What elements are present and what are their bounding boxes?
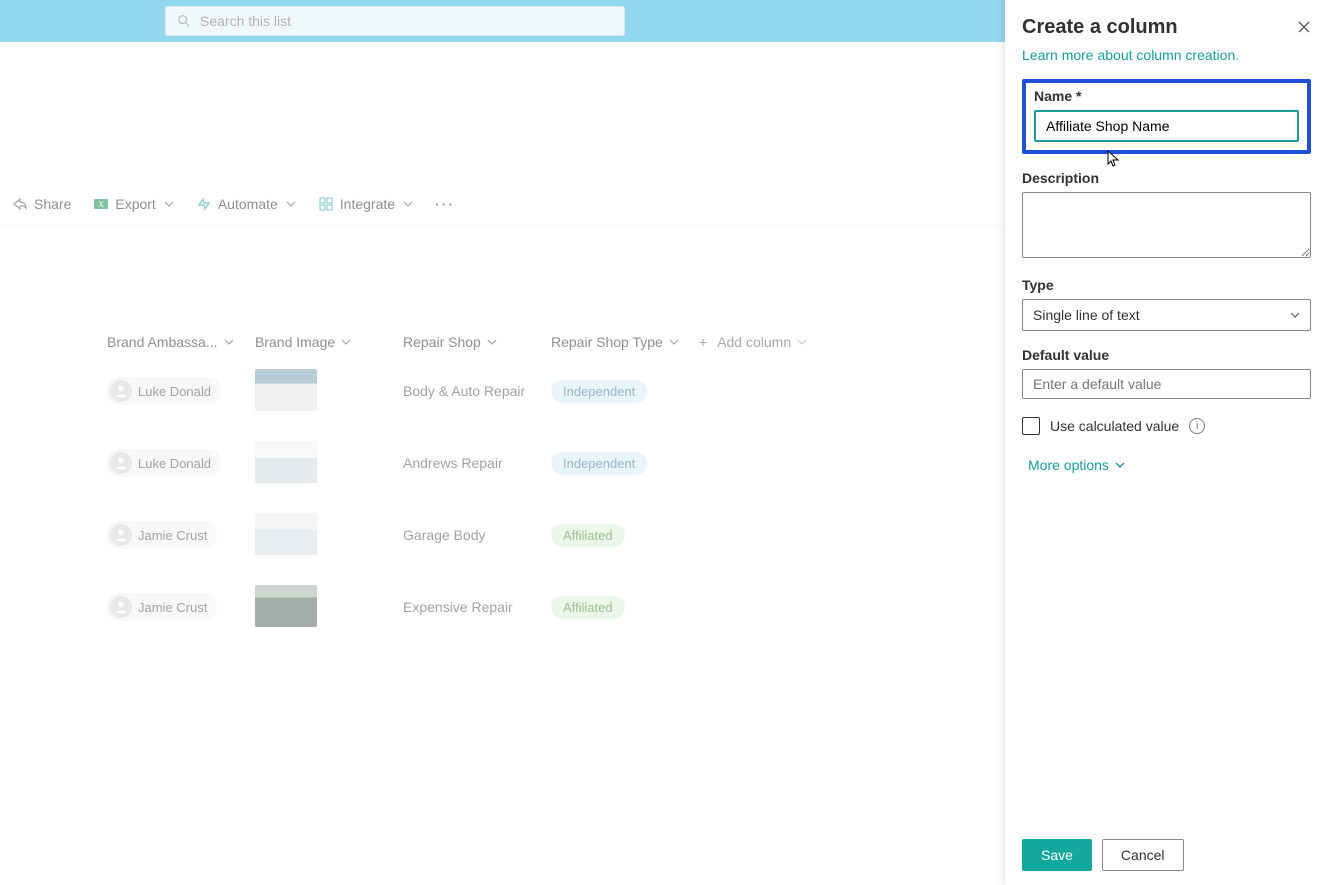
avatar-icon: [110, 524, 132, 546]
column-repair-shop[interactable]: Repair Shop: [403, 334, 551, 350]
repair-shop-cell: Expensive Repair: [403, 599, 551, 615]
use-calculated-label: Use calculated value: [1050, 418, 1179, 434]
chevron-down-icon: [286, 201, 296, 207]
automate-icon: [196, 196, 212, 212]
share-label: Share: [34, 196, 71, 212]
more-options-toggle[interactable]: More options: [1028, 457, 1311, 473]
panel-title: Create a column: [1022, 16, 1178, 39]
learn-more-link[interactable]: Learn more about column creation.: [1022, 47, 1311, 63]
person-name: Jamie Crust: [138, 600, 207, 615]
person-pill[interactable]: Jamie Crust: [107, 521, 217, 549]
add-column-button[interactable]: + Add column: [699, 334, 819, 350]
chevron-down-icon: [224, 339, 234, 345]
shop-type-badge: Affiliated: [551, 524, 625, 547]
mouse-cursor-icon: [1107, 150, 1121, 168]
plus-icon: +: [699, 334, 707, 350]
cancel-button[interactable]: Cancel: [1102, 839, 1184, 871]
avatar-icon: [110, 596, 132, 618]
search-icon: [176, 13, 192, 29]
person-pill[interactable]: Luke Donald: [107, 449, 221, 477]
excel-icon: X: [93, 196, 109, 212]
brand-image-thumb[interactable]: [255, 585, 317, 627]
default-value-label: Default value: [1022, 347, 1311, 363]
info-icon[interactable]: i: [1189, 418, 1205, 434]
chevron-down-icon: [669, 339, 679, 345]
avatar-icon: [110, 380, 132, 402]
column-repair-shop-type[interactable]: Repair Shop Type: [551, 334, 699, 350]
automate-button[interactable]: Automate: [188, 192, 304, 216]
more-actions-button[interactable]: ···: [427, 192, 463, 216]
integrate-icon: [318, 196, 334, 212]
default-value-input[interactable]: [1022, 369, 1311, 399]
integrate-button[interactable]: Integrate: [310, 192, 421, 216]
share-button[interactable]: Share: [4, 192, 79, 216]
column-brand-image[interactable]: Brand Image: [255, 334, 403, 350]
chevron-down-icon: [797, 339, 807, 345]
person-name: Luke Donald: [138, 456, 211, 471]
integrate-label: Integrate: [340, 196, 395, 212]
chevron-down-icon: [341, 339, 351, 345]
type-value: Single line of text: [1033, 307, 1140, 323]
name-label: Name *: [1034, 88, 1299, 104]
close-button[interactable]: [1297, 20, 1311, 34]
name-field-highlight: Name *: [1022, 79, 1311, 154]
create-column-panel: Create a column Learn more about column …: [1005, 0, 1328, 885]
description-label: Description: [1022, 170, 1311, 186]
person-name: Luke Donald: [138, 384, 211, 399]
save-button[interactable]: Save: [1022, 839, 1092, 871]
export-button[interactable]: X Export: [85, 192, 181, 216]
export-label: Export: [115, 196, 155, 212]
type-label: Type: [1022, 277, 1311, 293]
chevron-down-icon: [487, 339, 497, 345]
shop-type-badge: Affiliated: [551, 596, 625, 619]
chevron-down-icon: [1115, 462, 1125, 468]
search-box[interactable]: [165, 6, 625, 36]
chevron-down-icon: [403, 201, 413, 207]
name-input[interactable]: [1034, 110, 1299, 142]
automate-label: Automate: [218, 196, 278, 212]
person-pill[interactable]: Jamie Crust: [107, 593, 217, 621]
repair-shop-cell: Body & Auto Repair: [403, 383, 551, 399]
column-brand-ambassador[interactable]: Brand Ambassa...: [107, 334, 255, 350]
search-input[interactable]: [200, 13, 614, 29]
brand-image-thumb[interactable]: [255, 441, 317, 483]
avatar-icon: [110, 452, 132, 474]
chevron-down-icon: [1290, 312, 1300, 318]
brand-image-thumb[interactable]: [255, 369, 317, 411]
person-pill[interactable]: Luke Donald: [107, 377, 221, 405]
brand-image-thumb[interactable]: [255, 513, 317, 555]
description-input[interactable]: [1022, 192, 1311, 258]
share-icon: [12, 196, 28, 212]
repair-shop-cell: Garage Body: [403, 527, 551, 543]
repair-shop-cell: Andrews Repair: [403, 455, 551, 471]
use-calculated-checkbox[interactable]: [1022, 417, 1040, 435]
type-select[interactable]: Single line of text: [1022, 299, 1311, 331]
person-name: Jamie Crust: [138, 528, 207, 543]
shop-type-badge: Independent: [551, 380, 647, 403]
svg-text:X: X: [98, 200, 104, 209]
chevron-down-icon: [164, 201, 174, 207]
shop-type-badge: Independent: [551, 452, 647, 475]
